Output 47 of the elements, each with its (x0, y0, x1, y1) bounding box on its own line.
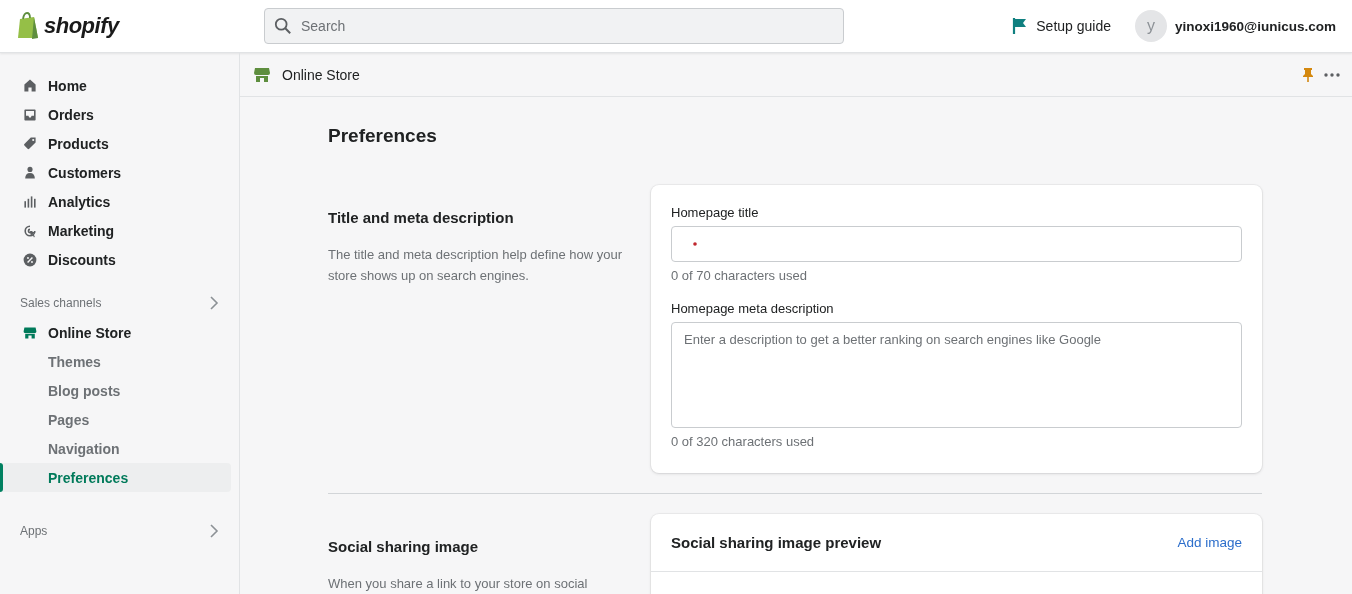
flag-icon (1012, 17, 1029, 35)
field-label: Homepage title (671, 205, 760, 220)
sidebar-item[interactable]: Marketing (0, 216, 239, 245)
help-text: 0 of 320 characters used (671, 434, 816, 449)
storefront-icon (22, 324, 38, 341)
chevron-right-icon (209, 524, 219, 538)
person-icon (22, 164, 38, 181)
home-icon (22, 77, 38, 94)
sidebar-item[interactable]: Online Store (0, 318, 239, 347)
sidebar-item[interactable]: Analytics (0, 187, 239, 216)
section-label: Sales channels (20, 296, 102, 310)
card-title: Social sharing image preview (671, 534, 882, 551)
add-image-link[interactable]: Add image (1177, 535, 1242, 550)
pin-icon[interactable] (1302, 66, 1314, 83)
shopify-wordmark[interactable]: shopify (44, 13, 119, 39)
tag-icon (22, 135, 38, 152)
sidebar-subitem[interactable]: Navigation (0, 434, 231, 463)
section-description: The title and meta description help define how your store shows up on search engines. (328, 246, 624, 285)
account-email[interactable]: yinoxi1960@iunicus.com (1175, 18, 1336, 34)
sidebar-subitem[interactable]: Pages (0, 405, 231, 434)
section-title: Social sharing image (328, 538, 480, 555)
field-label: Homepage meta description (671, 301, 835, 316)
sidebar-item[interactable]: Orders (0, 100, 239, 129)
section-label[interactable]: Apps (20, 524, 48, 538)
sidebar-item[interactable]: Discounts (0, 245, 239, 274)
textarea-field[interactable]: Enter a description to get a better ranking on search engines like Google (671, 322, 1242, 428)
section-title: Title and meta description (328, 209, 515, 226)
search-field[interactable]: Search (264, 8, 844, 44)
sidebar-item[interactable]: Home (0, 71, 239, 100)
page-title: Preferences (328, 125, 438, 147)
sidebar-subitem[interactable]: Blog posts (0, 376, 231, 405)
help-text: 0 of 70 characters used (671, 268, 808, 283)
more-icon[interactable] (1324, 72, 1340, 77)
sidebar-subitem[interactable]: Preferences (0, 463, 231, 492)
discount-icon (22, 251, 38, 268)
sidebar-item[interactable]: Customers (0, 158, 239, 187)
bar-chart-icon (22, 193, 38, 210)
inbox-icon (22, 106, 38, 123)
sidebar-subitem[interactable]: Themes (0, 347, 231, 376)
chevron-right-icon (209, 296, 219, 310)
setup-guide-button[interactable]: Setup guide (1012, 17, 1111, 35)
shopping-bag-logo-icon (16, 12, 40, 40)
sidebar-item[interactable]: Products (0, 129, 239, 158)
section-description: When you share a link to your store on social (328, 575, 589, 593)
input-field[interactable] (671, 226, 1242, 262)
header-title: Online Store (282, 66, 361, 83)
dot-icon (693, 242, 697, 246)
